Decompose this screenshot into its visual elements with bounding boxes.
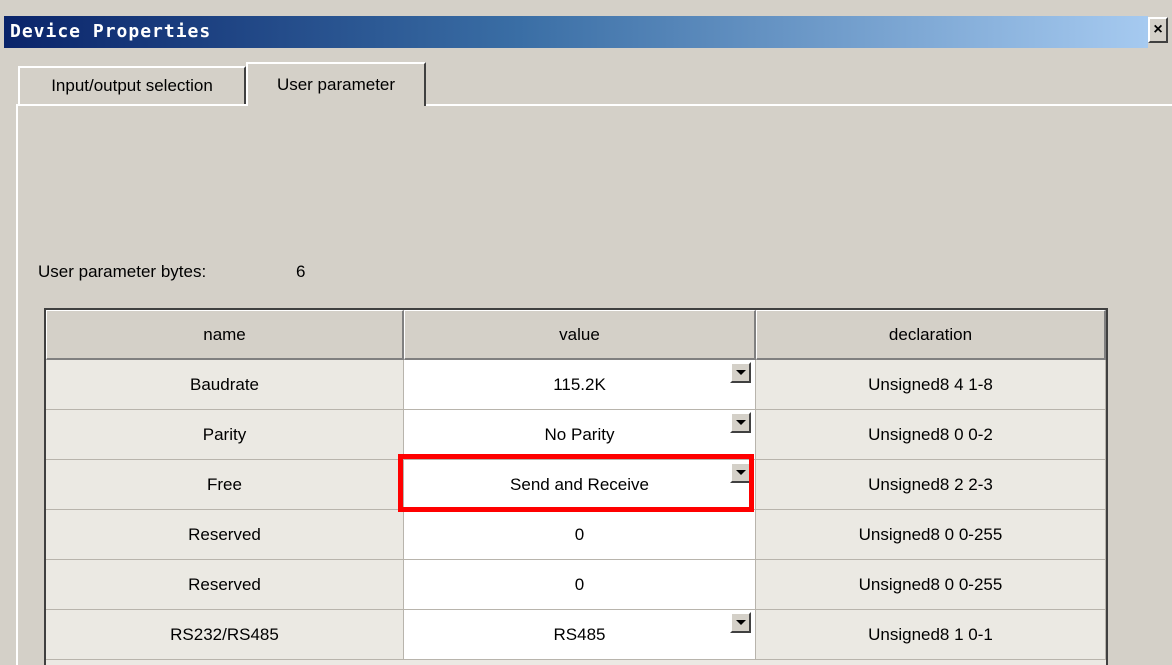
param-value: 0: [574, 574, 585, 594]
param-value-field[interactable]: 0: [404, 560, 756, 610]
param-name: Baudrate: [190, 374, 259, 394]
param-value: RS485: [553, 624, 606, 644]
column-header-value[interactable]: value: [404, 310, 756, 360]
chevron-down-icon[interactable]: [730, 612, 751, 633]
param-declaration: Unsigned8 2 2-3: [868, 474, 993, 494]
param-declaration: Unsigned8 0 0-255: [858, 574, 1003, 594]
table-row-name-cell: Baudrate: [46, 360, 404, 410]
table-row-declaration-cell: Unsigned8 4 1-8: [756, 360, 1106, 410]
column-header-label: declaration: [888, 324, 973, 344]
param-value: 0: [574, 524, 585, 544]
tab-label: User parameter: [276, 75, 396, 94]
tab-label: Input/output selection: [51, 76, 213, 95]
close-button[interactable]: ×: [1148, 17, 1168, 43]
param-value-select[interactable]: Send and Receive: [404, 460, 756, 510]
tab-input-output-selection[interactable]: Input/output selection: [18, 66, 246, 104]
param-value-select[interactable]: RS485: [404, 610, 756, 660]
param-name: Reserved: [188, 524, 261, 544]
param-value: Send and Receive: [510, 474, 649, 494]
param-value-field[interactable]: 0: [404, 510, 756, 560]
user-parameter-bytes-value: 6: [296, 262, 306, 281]
param-declaration: Unsigned8 1 0-1: [868, 624, 993, 644]
table-row-declaration-cell: Unsigned8 1 0-1: [756, 610, 1106, 660]
table-row-name-cell: Reserved: [46, 560, 404, 610]
table-row-name-cell: Reserved: [46, 510, 404, 560]
table-row-name-cell: Free: [46, 460, 404, 510]
param-value-select[interactable]: No Parity: [404, 410, 756, 460]
param-declaration: Unsigned8 0 0-2: [868, 424, 993, 444]
param-name: RS232/RS485: [170, 624, 279, 644]
title-bar[interactable]: Device Properties: [4, 16, 1148, 48]
param-declaration: Unsigned8 0 0-255: [858, 524, 1003, 544]
param-name: Parity: [202, 424, 247, 444]
parameter-grid: name value declaration Baudrate 115.2K U…: [44, 308, 1108, 665]
table-row-declaration-cell: Unsigned8 0 0-255: [756, 510, 1106, 560]
window-title: Device Properties: [10, 21, 212, 42]
table-row-declaration-cell: Unsigned8 0 0-2: [756, 410, 1106, 460]
user-parameter-bytes-label: User parameter bytes:: [38, 262, 207, 281]
param-declaration: Unsigned8 4 1-8: [868, 374, 993, 394]
device-properties-window: Device Properties × Input/output selecti…: [0, 0, 1172, 665]
param-value: No Parity: [544, 424, 615, 444]
close-icon: ×: [1153, 21, 1163, 38]
column-header-name[interactable]: name: [46, 310, 404, 360]
column-header-declaration[interactable]: declaration: [756, 310, 1106, 360]
table-row-declaration-cell: Unsigned8 0 0-255: [756, 560, 1106, 610]
param-name: Free: [207, 474, 242, 494]
table-row-name-cell: RS232/RS485: [46, 610, 404, 660]
chevron-down-icon[interactable]: [730, 412, 751, 433]
chevron-down-icon[interactable]: [730, 362, 751, 383]
column-header-label: name: [203, 324, 246, 344]
param-value-select[interactable]: 115.2K: [404, 360, 756, 410]
table-row-name-cell: Parity: [46, 410, 404, 460]
table-row-declaration-cell: Unsigned8 2 2-3: [756, 460, 1106, 510]
param-name: Reserved: [188, 574, 261, 594]
param-value: 115.2K: [553, 374, 606, 394]
tab-user-parameter[interactable]: User parameter: [246, 62, 426, 106]
chevron-down-icon[interactable]: [730, 462, 751, 483]
column-header-label: value: [559, 324, 600, 344]
